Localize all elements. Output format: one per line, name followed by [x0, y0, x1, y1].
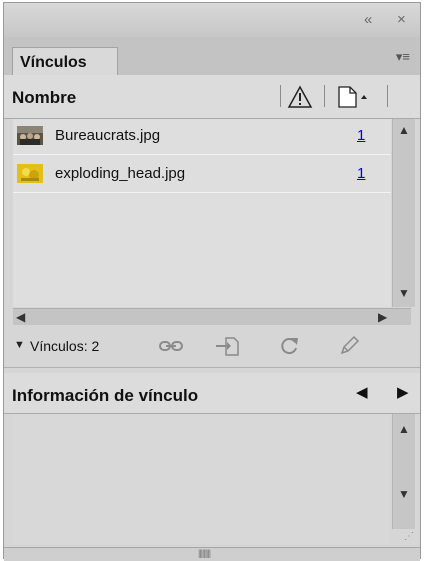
list-item[interactable]: Bureaucrats.jpg 1 [13, 119, 391, 155]
drag-handle-icon[interactable]: ||||||||| [198, 548, 211, 558]
previous-link-icon[interactable]: ◀ [356, 383, 368, 401]
scroll-right-icon[interactable]: ▶ [378, 310, 387, 324]
links-count: Vínculos: 2 [30, 338, 100, 354]
link-page-number[interactable]: 1 [357, 127, 365, 144]
tab-links[interactable]: Vínculos [12, 47, 118, 76]
relink-icon[interactable] [158, 337, 184, 355]
link-info-body [13, 414, 391, 544]
scroll-up-icon[interactable]: ▲ [398, 422, 410, 436]
column-name-header[interactable]: Nombre [12, 88, 76, 108]
list-horizontal-scrollbar[interactable]: ◀ ▶ [13, 308, 411, 326]
link-page-number[interactable]: 1 [357, 165, 365, 182]
go-to-link-icon[interactable] [214, 335, 240, 357]
close-icon[interactable]: × [397, 11, 406, 29]
links-toolbar: ▼ Vínculos: 2 [4, 325, 420, 368]
column-header: Nombre [4, 75, 420, 119]
yellow-image-thumbnail [17, 164, 43, 183]
link-name: exploding_head.jpg [55, 165, 186, 182]
tab-bar: Vínculos ▾≡ [4, 37, 420, 76]
link-info-header: Información de vínculo ◀ ▶ [4, 373, 420, 414]
panel-titlebar[interactable]: « × [4, 3, 420, 38]
collapse-icon[interactable]: « [364, 11, 372, 29]
update-link-icon[interactable] [277, 334, 301, 358]
column-divider [280, 85, 281, 107]
scroll-up-icon[interactable]: ▲ [398, 123, 410, 137]
warning-icon[interactable] [287, 85, 313, 109]
resize-grip-icon[interactable]: ⋰ [404, 531, 414, 542]
scroll-down-icon[interactable]: ▼ [398, 286, 410, 300]
info-vertical-scrollbar[interactable]: ▲ ▼ [392, 414, 415, 529]
scroll-left-icon[interactable]: ◀ [16, 310, 25, 324]
next-link-icon[interactable]: ▶ [397, 383, 409, 401]
edit-original-icon[interactable] [337, 334, 361, 358]
panel-menu-icon[interactable]: ▾≡ [396, 49, 410, 65]
link-name: Bureaucrats.jpg [55, 127, 161, 144]
expand-triangle-icon[interactable]: ▼ [14, 339, 25, 351]
page-icon[interactable] [337, 85, 371, 109]
links-list: Bureaucrats.jpg 1 exploding_head.jpg 1 [13, 119, 391, 307]
list-vertical-scrollbar[interactable]: ▲ ▼ [392, 119, 415, 307]
column-divider [324, 85, 325, 107]
scroll-down-icon[interactable]: ▼ [398, 487, 410, 501]
column-divider [387, 85, 388, 107]
list-item[interactable]: exploding_head.jpg 1 [13, 157, 391, 193]
photo-thumbnail [17, 126, 43, 145]
link-info-title: Información de vínculo [12, 386, 199, 405]
links-panel: « × Vínculos ▾≡ Nombre Bureaucrats.jpg 1… [3, 2, 421, 561]
